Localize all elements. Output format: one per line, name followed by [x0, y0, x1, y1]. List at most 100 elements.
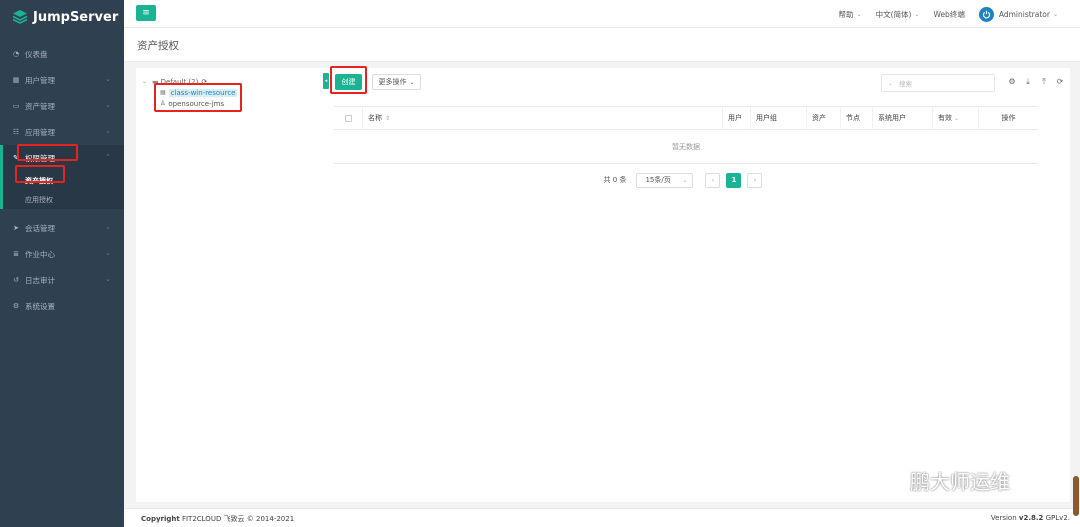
tree-collapse-toggle[interactable]: ◂ [323, 73, 329, 89]
search-input[interactable]: ⌄ 搜索 [881, 74, 995, 92]
sort-icon: ⇕ [385, 114, 391, 122]
version-number: v2.8.2 [1018, 514, 1044, 522]
page-size-select[interactable]: 15条/页 ⌄ [636, 172, 694, 188]
avatar [978, 6, 994, 22]
sidebar-item-settings[interactable]: ⚙ 系统设置 [0, 293, 124, 319]
prev-page-button[interactable]: ‹ [705, 172, 721, 188]
users-icon: ▦ [12, 76, 20, 84]
chevron-down-icon: ⌄ [105, 223, 111, 231]
power-icon [982, 10, 990, 18]
scroll-handle[interactable] [1073, 476, 1079, 516]
permissions-table: 名称 ⇕ 用户 用户组 资产 节点 系统用户 有效 ⌄ 操作 暂无数据 共 0 … [334, 106, 1038, 196]
chevron-down-icon: ⌄ [142, 78, 148, 85]
help-label: 帮助 [838, 9, 854, 19]
chevron-down-icon: ⌄ [1052, 10, 1058, 18]
col-valid[interactable]: 有效 ⌄ [932, 106, 978, 130]
chevron-up-icon: ⌃ [105, 153, 111, 161]
sidebar-item-label: 仪表盘 [25, 49, 48, 59]
copyright-label: Copyright [141, 515, 180, 523]
chevron-left-icon: ‹ [711, 176, 715, 184]
sidebar-item-label: 作业中心 [25, 249, 55, 259]
content-panel: ⌄ ▬ Default (2) ⟳ ▦ class-win-resource ♙… [136, 66, 1070, 502]
menu-toggle-button[interactable]: ≡ [136, 5, 156, 21]
search-placeholder: 搜索 [899, 80, 913, 88]
chevron-down-icon: ⌄ [682, 176, 688, 184]
next-page-button[interactable]: › [747, 172, 763, 188]
empty-state: 暂无数据 [334, 130, 1038, 164]
jumpserver-logo-icon [12, 10, 28, 24]
select-all-cell [334, 106, 362, 130]
page-button-current[interactable]: 1 [726, 172, 742, 188]
sidebar-item-audit[interactable]: ↺ 日志审计 ⌄ [0, 267, 124, 293]
highlight-box-create [330, 66, 367, 94]
highlight-box-tree-nodes [154, 83, 242, 112]
sidebar-subitem-app-perms[interactable]: 应用授权 [3, 190, 124, 209]
page-header: 资产授权 [124, 28, 1080, 62]
gears-icon: ⚙ [12, 302, 20, 310]
highlight-box-asset-perms [15, 165, 65, 183]
version-info: Version v2.8.2 GPLv2. [991, 514, 1070, 522]
jobs-icon: ≣ [13, 250, 19, 258]
sidebar-item-apps[interactable]: ☷ 应用管理 ⌄ [0, 119, 124, 145]
main-content: ⌄ ▬ Default (2) ⟳ ▦ class-win-resource ♙… [124, 62, 1080, 508]
sidebar-item-label: 用户管理 [25, 75, 55, 85]
user-name: Administrator [998, 9, 1050, 19]
sidebar: JumpServer ◔ 仪表盘 ▦ 用户管理 ⌄ ▭ 资产管理 ⌄ ☷ 应用管… [0, 0, 124, 527]
chevron-down-icon: ⌄ [856, 10, 862, 18]
web-terminal-label: Web终端 [933, 9, 965, 19]
pagination: 共 0 条 15条/页 ⌄ ‹ 1 › [334, 164, 1038, 196]
help-menu[interactable]: 帮助 ⌄ [839, 9, 862, 20]
col-actions: 操作 [978, 106, 1038, 130]
watermark: 鹏大师运维 [864, 466, 1010, 495]
chevron-down-icon: ⌄ [105, 249, 111, 257]
col-name[interactable]: 名称 ⇕ [362, 106, 722, 130]
chevron-down-icon: ⌄ [105, 75, 111, 83]
chevron-down-icon: ⌄ [105, 275, 111, 283]
apps-icon: ☷ [12, 128, 20, 136]
col-assets: 资产 [806, 106, 840, 130]
sidebar-item-dashboard[interactable]: ◔ 仪表盘 [0, 41, 124, 67]
caret-left-icon: ◂ [324, 78, 328, 84]
chevron-down-icon: ⌄ [954, 114, 960, 122]
upload-icon[interactable]: ⤒ [1036, 77, 1052, 87]
sidebar-item-jobs[interactable]: ≣ 作业中心 ⌄ [0, 241, 124, 267]
chevron-down-icon: ⌄ [105, 101, 111, 109]
watermark-text: 鹏大师运维 [910, 470, 1010, 494]
brand[interactable]: JumpServer [0, 0, 124, 34]
settings-icon[interactable]: ⚙ [1004, 77, 1020, 87]
language-label: 中文(简体) [875, 9, 912, 19]
table-tools: ⚙ ⤓ ⤒ ⟳ [1004, 77, 1068, 87]
sidebar-item-assets[interactable]: ▭ 资产管理 ⌄ [0, 93, 124, 119]
version-label: Version [990, 514, 1017, 522]
total-count: 共 0 条 [603, 176, 627, 184]
table-header: 名称 ⇕ 用户 用户组 资产 节点 系统用户 有效 ⌄ 操作 [334, 106, 1038, 130]
chevron-down-icon: ⌄ [105, 127, 111, 135]
col-valid-label: 有效 [938, 114, 952, 122]
footer: Copyright FIT2CLOUD 飞致云 © 2014-2021 Vers… [124, 508, 1080, 527]
highlight-box-perms-menu [17, 144, 78, 161]
history-icon: ↺ [13, 276, 19, 284]
brand-name: JumpServer [33, 9, 119, 25]
sidebar-item-sessions[interactable]: ➤ 会话管理 ⌄ [0, 215, 124, 241]
user-menu[interactable]: Administrator ⌄ [978, 6, 1058, 22]
page-title: 资产授权 [137, 40, 179, 52]
col-nodes: 节点 [840, 106, 872, 130]
sidebar-item-users[interactable]: ▦ 用户管理 ⌄ [0, 67, 124, 93]
sidebar-item-label: 日志审计 [25, 275, 55, 285]
refresh-icon[interactable]: ⟳ [1052, 77, 1068, 87]
col-user-groups: 用户组 [750, 106, 806, 130]
download-icon[interactable]: ⤓ [1020, 77, 1036, 87]
sidebar-item-label: 应用管理 [25, 127, 55, 137]
sidebar-item-label: 会话管理 [25, 223, 55, 233]
more-actions-label: 更多操作 [378, 78, 407, 86]
language-menu[interactable]: 中文(简体) ⌄ [876, 9, 920, 20]
page-size-value: 15条/页 [645, 176, 671, 184]
col-users: 用户 [722, 106, 750, 130]
hamburger-icon: ≡ [142, 8, 150, 18]
select-all-checkbox[interactable] [344, 114, 352, 122]
more-actions-button[interactable]: 更多操作 ⌄ [372, 74, 421, 90]
web-terminal-link[interactable]: Web终端 [933, 9, 964, 20]
dashboard-icon: ◔ [12, 50, 20, 58]
assets-icon: ▭ [12, 102, 20, 110]
col-system-users: 系统用户 [872, 106, 932, 130]
